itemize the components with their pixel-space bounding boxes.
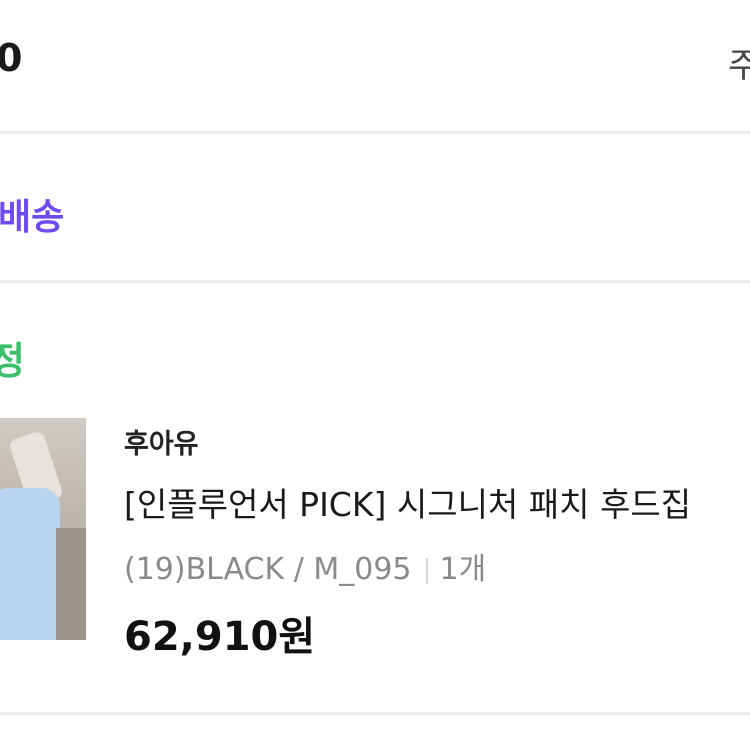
product-thumbnail[interactable] [0, 418, 86, 640]
thumbnail-garment [0, 488, 60, 640]
option-separator [425, 557, 428, 584]
divider [0, 131, 750, 134]
option-value: (19)BLACK / M_095 [124, 552, 412, 587]
order-detail-link[interactable]: 주 [728, 38, 750, 87]
divider [0, 712, 750, 715]
divider [0, 280, 750, 283]
order-number: 0 [0, 36, 23, 80]
product-title[interactable]: [인플루언서 PICK] 시그니처 패치 후드집 [124, 478, 691, 526]
product-brand[interactable]: 후아유 [124, 422, 199, 461]
product-price: 62,910원 [124, 614, 316, 660]
delivery-type-label: 배송 [0, 197, 65, 238]
order-status-label: 정 [0, 339, 25, 383]
thumbnail-wall [56, 528, 86, 640]
quantity-value: 1개 [439, 552, 487, 587]
product-option: (19)BLACK / M_095 1개 [124, 544, 486, 588]
